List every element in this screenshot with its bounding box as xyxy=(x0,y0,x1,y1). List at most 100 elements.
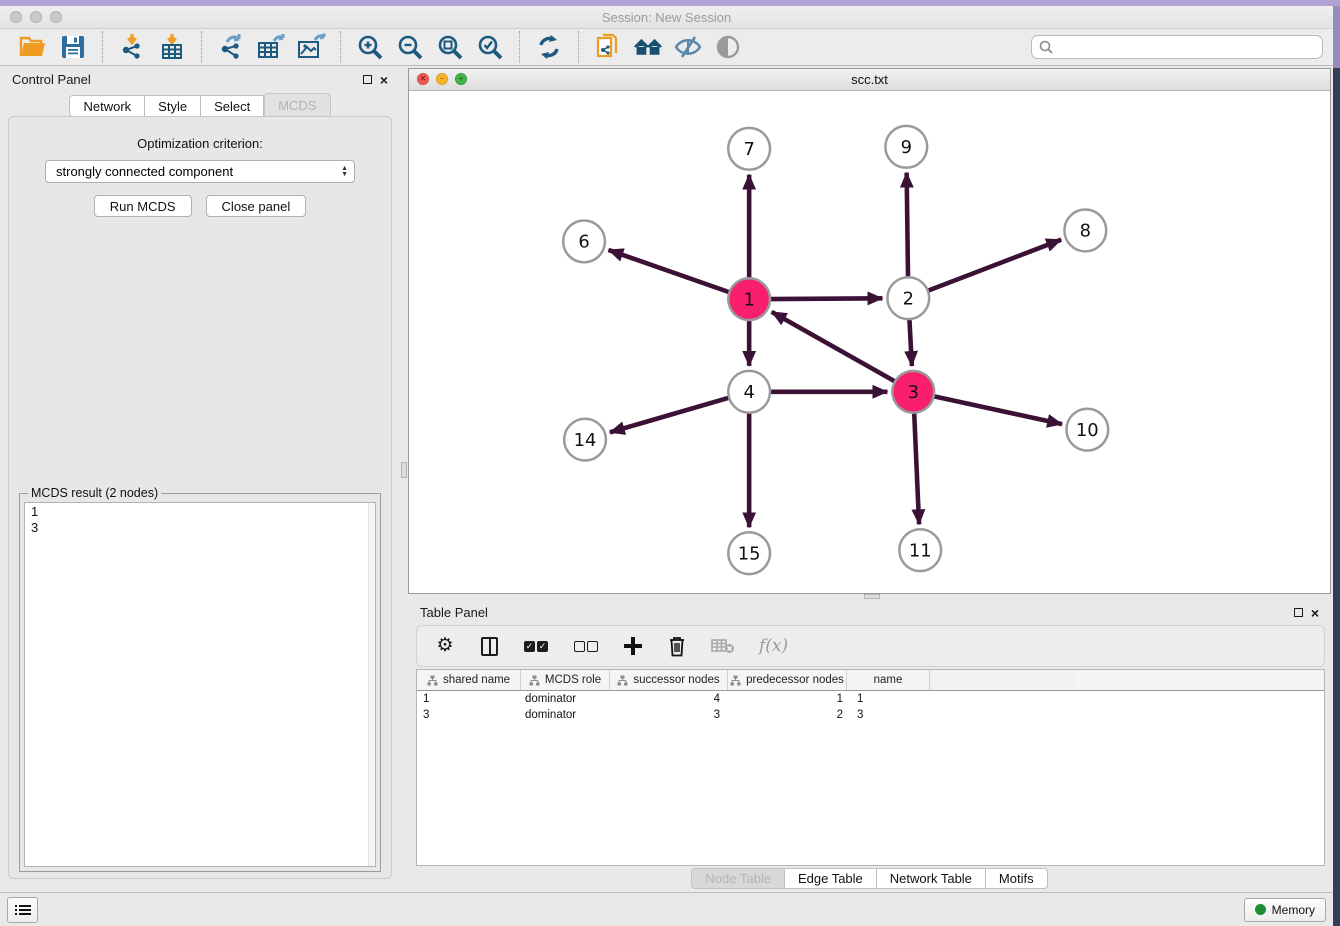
tab-network[interactable]: Network xyxy=(69,95,145,117)
edge-1-6[interactable] xyxy=(608,250,729,292)
tab-network-table[interactable]: Network Table xyxy=(877,868,986,889)
add-column-icon[interactable] xyxy=(623,634,643,658)
column-header-shared-name[interactable]: shared name xyxy=(417,670,521,690)
refresh-layout-icon[interactable] xyxy=(534,32,564,62)
edge-3-1[interactable] xyxy=(772,312,895,382)
column-header-name[interactable]: name xyxy=(847,670,930,690)
function-builder-icon-disabled: f(x) xyxy=(759,634,788,658)
splitter-handle[interactable] xyxy=(864,594,880,599)
horizontal-splitter[interactable] xyxy=(408,594,1331,600)
cell-successor-nodes[interactable]: 3 xyxy=(610,709,728,721)
tab-select[interactable]: Select xyxy=(201,95,264,117)
graph-node-15[interactable]: 15 xyxy=(728,532,770,574)
edge-3-10[interactable] xyxy=(934,396,1062,424)
export-table-icon[interactable] xyxy=(256,32,286,62)
table-toolbar: ⚙ ✓✓ f(x) xyxy=(416,625,1325,667)
graph-node-8[interactable]: 8 xyxy=(1064,210,1106,252)
task-history-button[interactable] xyxy=(7,897,38,923)
edge-3-11[interactable] xyxy=(914,413,919,525)
select-all-columns-icon[interactable]: ✓✓ xyxy=(523,634,549,658)
cell-mcds-role[interactable]: dominator xyxy=(521,709,610,721)
zoom-fit-icon[interactable] xyxy=(435,32,465,62)
edge-2-3[interactable] xyxy=(909,319,911,366)
search-input[interactable] xyxy=(1054,40,1316,54)
export-network-icon[interactable] xyxy=(216,32,246,62)
deselect-all-columns-icon[interactable] xyxy=(573,634,599,658)
close-panel-icon[interactable]: × xyxy=(380,75,388,85)
memory-button[interactable]: Memory xyxy=(1244,898,1326,922)
tab-node-table[interactable]: Node Table xyxy=(691,868,785,889)
result-line: 3 xyxy=(31,520,369,536)
vertical-splitter[interactable] xyxy=(400,66,408,892)
column-header-successor-nodes[interactable]: successor nodes xyxy=(610,670,728,690)
graph-node-14[interactable]: 14 xyxy=(564,419,606,461)
cell-shared-name[interactable]: 3 xyxy=(417,709,521,721)
cell-successor-nodes[interactable]: 4 xyxy=(610,693,728,705)
graph-node-11[interactable]: 11 xyxy=(899,529,941,571)
splitter-handle[interactable] xyxy=(401,462,407,478)
close-panel-icon[interactable]: × xyxy=(1311,608,1319,618)
split-columns-icon[interactable] xyxy=(479,634,499,658)
save-session-icon[interactable] xyxy=(58,32,88,62)
graph-node-2[interactable]: 2 xyxy=(887,277,929,319)
zoom-out-icon[interactable] xyxy=(395,32,425,62)
table-panel: Table Panel × ⚙ ✓✓ xyxy=(408,600,1331,892)
network-window-titlebar[interactable]: ✕ − + scc.txt xyxy=(409,69,1330,91)
cell-mcds-role[interactable]: dominator xyxy=(521,693,610,705)
zoom-window-button[interactable] xyxy=(50,11,62,23)
tab-mcds[interactable]: MCDS xyxy=(264,93,330,117)
graph-node-10[interactable]: 10 xyxy=(1066,409,1108,451)
cell-name[interactable]: 1 xyxy=(847,693,930,705)
export-image-icon[interactable] xyxy=(296,32,326,62)
network-graph[interactable]: 7 9 6 8 1 2 4 3 14 10 15 11 xyxy=(409,91,1330,593)
minimize-window-button[interactable] xyxy=(30,11,42,23)
graph-node-1[interactable]: 1 xyxy=(728,278,770,320)
network-close-button[interactable]: ✕ xyxy=(417,73,429,85)
close-panel-button[interactable]: Close panel xyxy=(206,195,307,217)
delete-column-icon[interactable] xyxy=(667,634,687,658)
graph-node-3[interactable]: 3 xyxy=(892,371,934,413)
result-scrollbar[interactable] xyxy=(368,503,375,866)
cell-predecessor-nodes[interactable]: 2 xyxy=(728,709,847,721)
float-panel-icon[interactable] xyxy=(363,75,372,84)
tab-edge-table[interactable]: Edge Table xyxy=(785,868,877,889)
cell-shared-name[interactable]: 1 xyxy=(417,693,521,705)
hide-graphics-icon[interactable] xyxy=(673,32,703,62)
show-graphics-icon[interactable] xyxy=(713,32,743,62)
edge-2-8[interactable] xyxy=(928,240,1061,291)
network-minimize-button[interactable]: − xyxy=(436,73,448,85)
home-icon[interactable] xyxy=(633,32,663,62)
close-window-button[interactable] xyxy=(10,11,22,23)
node-table[interactable]: shared nameMCDS rolesuccessor nodesprede… xyxy=(416,669,1325,866)
mcds-result-text[interactable]: 13 xyxy=(24,502,376,867)
column-header-mcds-role[interactable]: MCDS role xyxy=(521,670,610,690)
import-table-icon[interactable] xyxy=(157,32,187,62)
graph-node-7[interactable]: 7 xyxy=(728,128,770,170)
search-field[interactable] xyxy=(1031,35,1323,59)
network-canvas[interactable]: 7 9 6 8 1 2 4 3 14 10 15 11 xyxy=(409,91,1330,593)
graph-node-9[interactable]: 9 xyxy=(885,126,927,168)
cell-name[interactable]: 3 xyxy=(847,709,930,721)
gear-icon[interactable]: ⚙ xyxy=(435,634,455,658)
float-panel-icon[interactable] xyxy=(1294,608,1303,617)
open-session-icon[interactable] xyxy=(18,32,48,62)
criterion-select[interactable]: strongly connected component ▲▼ xyxy=(45,160,355,183)
zoom-in-icon[interactable] xyxy=(355,32,385,62)
table-row[interactable]: 1dominator411 xyxy=(417,691,1324,707)
column-header-predecessor-nodes[interactable]: predecessor nodes xyxy=(728,670,847,690)
edge-4-14[interactable] xyxy=(610,398,729,433)
table-row[interactable]: 3dominator323 xyxy=(417,707,1324,723)
zoom-selected-icon[interactable] xyxy=(475,32,505,62)
import-network-icon[interactable] xyxy=(117,32,147,62)
edge-1-2[interactable] xyxy=(770,298,882,299)
cell-predecessor-nodes[interactable]: 1 xyxy=(728,693,847,705)
svg-text:8: 8 xyxy=(1080,221,1091,242)
graph-node-6[interactable]: 6 xyxy=(563,220,605,262)
duplicate-network-icon[interactable] xyxy=(593,32,623,62)
edge-2-9[interactable] xyxy=(907,173,908,278)
tab-motifs[interactable]: Motifs xyxy=(986,868,1048,889)
tab-style[interactable]: Style xyxy=(145,95,201,117)
run-mcds-button[interactable]: Run MCDS xyxy=(94,195,192,217)
graph-node-4[interactable]: 4 xyxy=(728,371,770,413)
network-zoom-button[interactable]: + xyxy=(455,73,467,85)
